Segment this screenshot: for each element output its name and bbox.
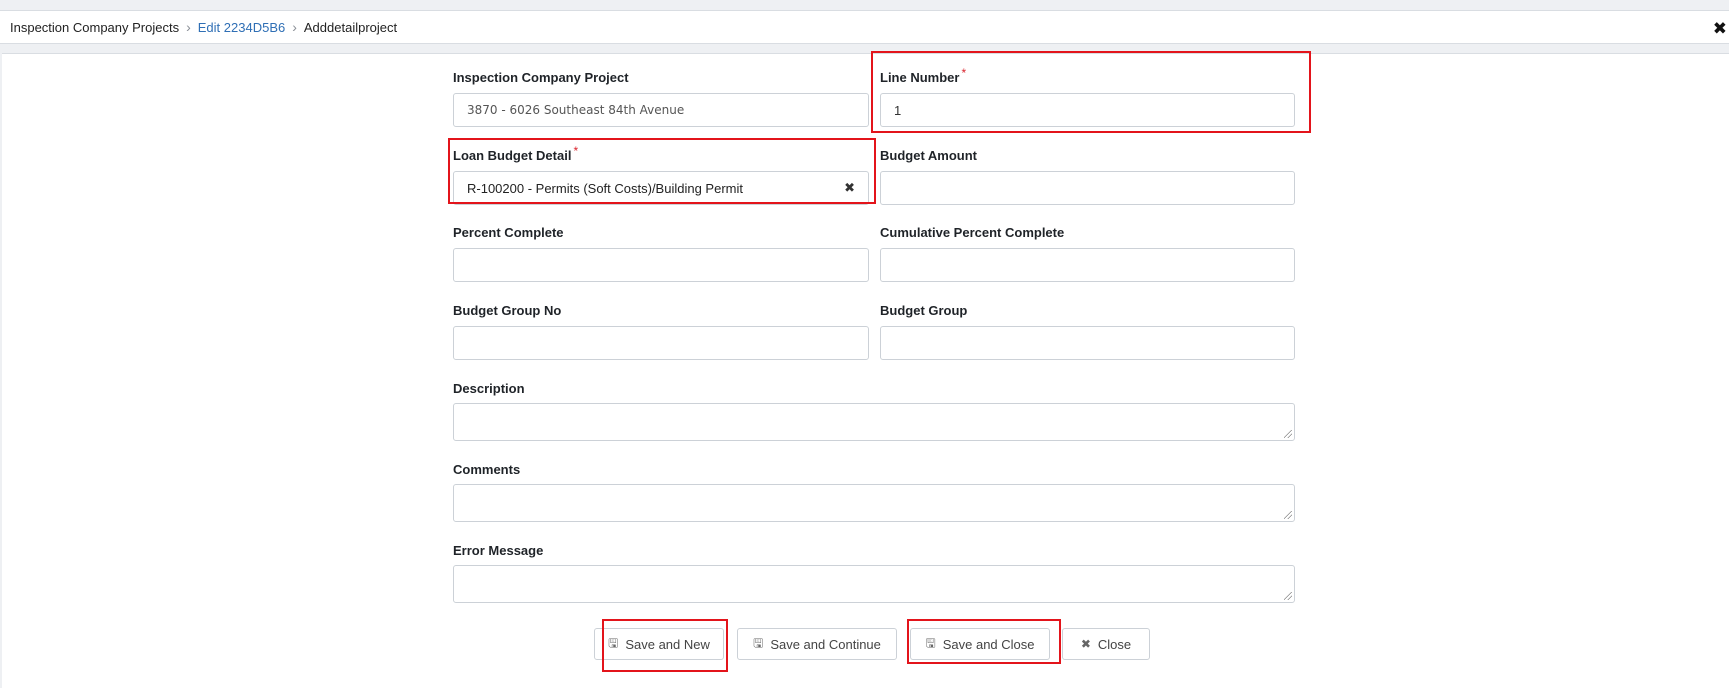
percent-complete-input[interactable] bbox=[453, 248, 869, 282]
description-label: Description bbox=[453, 381, 525, 396]
cumulative-percent-complete-input[interactable] bbox=[880, 248, 1295, 282]
breadcrumb: Inspection Company Projects › Edit 2234D… bbox=[0, 10, 1729, 44]
loan-budget-detail-label: Loan Budget Detail * bbox=[453, 144, 578, 163]
close-icon: ✖ bbox=[1080, 637, 1091, 651]
required-mark: * bbox=[573, 144, 579, 158]
save-and-new-button[interactable]: 🖫 Save and New bbox=[594, 628, 724, 660]
budget-amount-field: Budget Amount bbox=[880, 148, 1295, 208]
description-textarea[interactable] bbox=[453, 403, 1295, 441]
inspection-company-project-input: 3870 - 6026 Southeast 84th Avenue bbox=[453, 93, 869, 127]
close-button[interactable]: ✖ Close bbox=[1062, 628, 1150, 660]
budget-group-no-field: Budget Group No bbox=[453, 303, 869, 363]
budget-amount-input[interactable] bbox=[880, 171, 1295, 205]
line-number-field: Line Number * 1 bbox=[880, 66, 1295, 130]
percent-complete-label: Percent Complete bbox=[453, 225, 564, 240]
save-and-close-label: Save and Close bbox=[942, 636, 1035, 652]
breadcrumb-item-projects[interactable]: Inspection Company Projects bbox=[10, 20, 179, 35]
chevron-right-icon: › bbox=[292, 19, 297, 35]
percent-complete-field: Percent Complete bbox=[453, 225, 869, 285]
line-number-label-text: Line Number bbox=[880, 70, 960, 85]
save-and-close-button[interactable]: 🖫 Save and Close bbox=[910, 628, 1050, 660]
close-window-icon[interactable]: ✖ bbox=[1713, 19, 1727, 39]
budget-amount-label: Budget Amount bbox=[880, 148, 977, 163]
save-icon: 🖫 bbox=[925, 635, 936, 650]
form-panel: Inspection Company Project 3870 - 6026 S… bbox=[2, 51, 1729, 688]
comments-textarea[interactable] bbox=[453, 484, 1295, 522]
inspection-company-project-label: Inspection Company Project bbox=[453, 70, 629, 85]
error-message-field: Error Message bbox=[453, 543, 1295, 607]
required-mark: * bbox=[961, 66, 967, 80]
close-label: Close bbox=[1097, 636, 1132, 652]
inspection-company-project-field: Inspection Company Project 3870 - 6026 S… bbox=[453, 70, 869, 130]
loan-budget-detail-label-text: Loan Budget Detail bbox=[453, 148, 572, 163]
save-and-new-label: Save and New bbox=[625, 636, 710, 652]
error-message-label: Error Message bbox=[453, 543, 544, 558]
save-and-continue-button[interactable]: 🖫 Save and Continue bbox=[737, 628, 897, 660]
line-number-label: Line Number * bbox=[880, 66, 966, 85]
description-field: Description bbox=[453, 381, 1295, 445]
save-and-continue-label: Save and Continue bbox=[770, 636, 881, 652]
budget-group-label: Budget Group bbox=[880, 303, 968, 318]
cumulative-percent-complete-field: Cumulative Percent Complete bbox=[880, 225, 1295, 285]
line-number-value: 1 bbox=[894, 102, 902, 118]
top-strip bbox=[0, 0, 1729, 10]
budget-group-no-label: Budget Group No bbox=[453, 303, 562, 318]
budget-group-input[interactable] bbox=[880, 326, 1295, 360]
loan-budget-detail-field: Loan Budget Detail * R-100200 - Permits (… bbox=[453, 144, 869, 208]
budget-group-field: Budget Group bbox=[880, 303, 1295, 363]
save-icon: 🖫 bbox=[608, 635, 619, 650]
budget-group-no-input[interactable] bbox=[453, 326, 869, 360]
comments-label: Comments bbox=[453, 462, 521, 477]
comments-field: Comments bbox=[453, 462, 1295, 526]
resize-handle[interactable] bbox=[1284, 511, 1292, 519]
clear-selection-icon[interactable]: ✖ bbox=[844, 181, 855, 196]
resize-handle[interactable] bbox=[1284, 430, 1292, 438]
inspection-company-project-value: 3870 - 6026 Southeast 84th Avenue bbox=[467, 103, 685, 117]
save-icon: 🖫 bbox=[753, 635, 764, 650]
loan-budget-detail-value: R-100200 - Permits (Soft Costs)/Building… bbox=[467, 180, 743, 196]
line-number-input[interactable]: 1 bbox=[880, 93, 1295, 127]
loan-budget-detail-select[interactable]: R-100200 - Permits (Soft Costs)/Building… bbox=[453, 171, 869, 205]
cumulative-percent-complete-label: Cumulative Percent Complete bbox=[880, 225, 1065, 240]
breadcrumb-item-current: Adddetailproject bbox=[303, 19, 398, 35]
error-message-textarea[interactable] bbox=[453, 565, 1295, 603]
breadcrumb-item-edit[interactable]: Edit 2234D5B6 bbox=[198, 20, 285, 35]
resize-handle[interactable] bbox=[1284, 592, 1292, 600]
chevron-right-icon: › bbox=[186, 19, 191, 35]
